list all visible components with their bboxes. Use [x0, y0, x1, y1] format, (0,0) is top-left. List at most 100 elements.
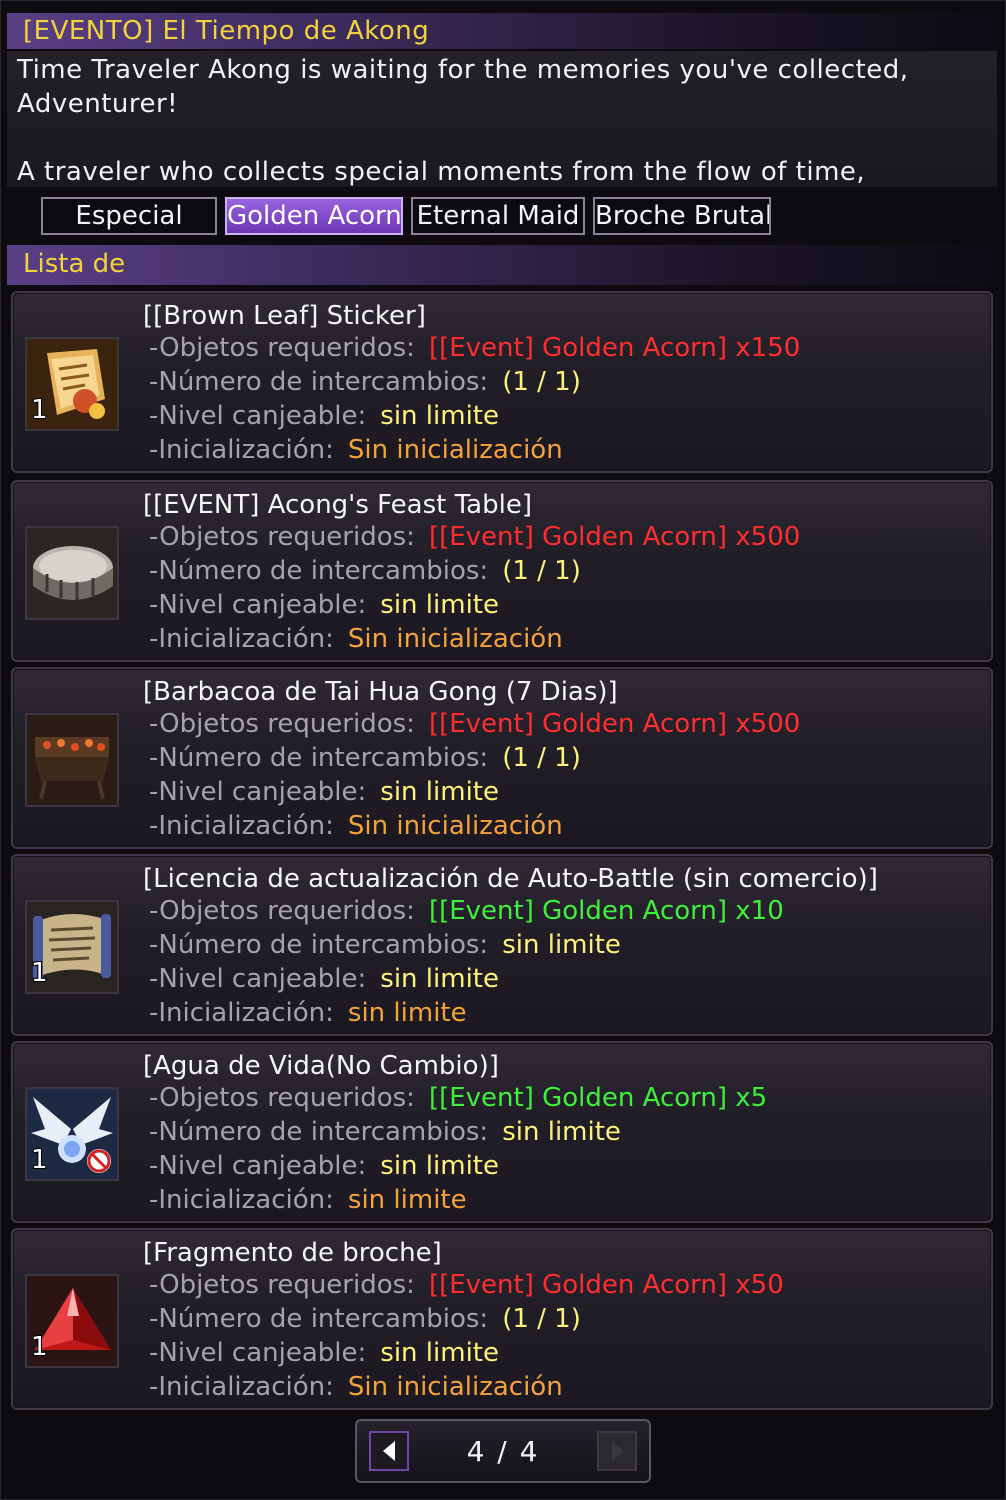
tab-eternal-maid[interactable]: Eternal Maid — [411, 197, 585, 235]
tab-golden-acorn[interactable]: Golden Acorn — [225, 197, 403, 235]
reset-value: sin limite — [347, 1185, 467, 1215]
reset-row: -Inicialización: sin limite — [149, 1185, 467, 1215]
reset-row: -Inicialización: Sin inicialización — [149, 811, 563, 841]
list-item[interactable]: 1 [Fragmento de broche] -Objetos requeri… — [11, 1228, 993, 1410]
level-label: -Nivel canjeable: — [149, 590, 367, 620]
description-line: A traveler who collects special moments … — [17, 157, 866, 187]
required-label: -Objetos requeridos: — [149, 709, 415, 739]
item-name: [[Brown Leaf] Sticker] — [143, 301, 426, 331]
exchanges-label: -Número de intercambios: — [149, 930, 489, 960]
reset-row: -Inicialización: sin limite — [149, 998, 467, 1028]
exchanges-label: -Número de intercambios: — [149, 367, 489, 397]
list-item[interactable]: 1 [Licencia de actualización de Auto-Bat… — [11, 854, 993, 1036]
triangle-left-icon — [383, 1441, 395, 1461]
exchanges-label: -Número de intercambios: — [149, 743, 489, 773]
required-value: [[Event] Golden Acorn] x50 — [428, 1270, 784, 1300]
winged-potion-icon: 1 — [25, 1087, 119, 1181]
required-label: -Objetos requeridos: — [149, 1083, 415, 1113]
reset-label: -Inicialización: — [149, 1185, 334, 1215]
exchanges-value: sin limite — [502, 930, 621, 960]
list-header-title: Lista de — [23, 249, 126, 279]
item-quantity: 1 — [31, 1145, 48, 1175]
reset-value: Sin inicialización — [347, 435, 563, 465]
level-label: -Nivel canjeable: — [149, 964, 367, 994]
level-row: -Nivel canjeable: sin limite — [149, 777, 499, 807]
reset-label: -Inicialización: — [149, 811, 334, 841]
level-row: -Nivel canjeable: sin limite — [149, 590, 499, 620]
level-value: sin limite — [380, 1338, 499, 1368]
level-row: -Nivel canjeable: sin limite — [149, 1338, 499, 1368]
level-value: sin limite — [380, 964, 499, 994]
description-line: Adventurer! — [17, 89, 179, 119]
tab-bar: Especial Golden Acorn Eternal Maid Broch… — [1, 193, 1006, 239]
next-page-button[interactable] — [597, 1431, 637, 1471]
window-title: [EVENTO] El Tiempo de Akong — [23, 16, 430, 46]
reset-value: Sin inicialización — [347, 624, 563, 654]
list-header: Lista de — [7, 245, 997, 285]
reset-row: -Inicialización: Sin inicialización — [149, 1372, 563, 1402]
exchanges-row: -Número de intercambios: (1 / 1) — [149, 743, 581, 773]
page-indicator: 4 / 4 — [466, 1435, 540, 1468]
reset-row: -Inicialización: Sin inicialización — [149, 624, 563, 654]
required-row: -Objetos requeridos: [[Event] Golden Acor… — [149, 522, 800, 552]
reset-row: -Inicialización: Sin inicialización — [149, 435, 563, 465]
level-row: -Nivel canjeable: sin limite — [149, 964, 499, 994]
scroll-sticker-icon: 1 — [25, 337, 119, 431]
reset-value: sin limite — [347, 998, 467, 1028]
level-row: -Nivel canjeable: sin limite — [149, 401, 499, 431]
required-value: [[Event] Golden Acorn] x500 — [428, 522, 801, 552]
required-row: -Objetos requeridos: [[Event] Golden Acor… — [149, 1270, 784, 1300]
required-value: [[Event] Golden Acorn] x150 — [428, 333, 801, 363]
required-value: [[Event] Golden Acorn] x5 — [428, 1083, 768, 1113]
exchanges-label: -Número de intercambios: — [149, 1117, 489, 1147]
exchanges-row: -Número de intercambios: (1 / 1) — [149, 1304, 581, 1334]
tab-broche-brutal[interactable]: Broche Brutal — [593, 197, 771, 235]
list-item[interactable]: 1 [Agua de Vida(No Cambio)] -Objetos req… — [11, 1041, 993, 1223]
item-name: [Licencia de actualización de Auto-Battl… — [143, 864, 878, 894]
license-scroll-icon: 1 — [25, 900, 119, 994]
item-quantity: 1 — [31, 395, 48, 425]
item-name: [Agua de Vida(No Cambio)] — [143, 1051, 499, 1081]
exchanges-row: -Número de intercambios: (1 / 1) — [149, 556, 581, 586]
reset-label: -Inicialización: — [149, 624, 334, 654]
event-description: Time Traveler Akong is waiting for the m… — [7, 51, 997, 187]
exchanges-label: -Número de intercambios: — [149, 1304, 489, 1334]
exchanges-value: (1 / 1) — [502, 743, 581, 773]
list-item[interactable]: [Barbacoa de Tai Hua Gong (7 Dias)] -Obj… — [11, 667, 993, 849]
exchanges-row: -Número de intercambios: (1 / 1) — [149, 367, 581, 397]
item-name: [Barbacoa de Tai Hua Gong (7 Dias)] — [143, 677, 618, 707]
red-crystal-icon: 1 — [25, 1274, 119, 1368]
item-name: [[EVENT] Acong's Feast Table] — [143, 490, 532, 520]
required-value: [[Event] Golden Acorn] x10 — [428, 896, 784, 926]
required-row: -Objetos requeridos: [[Event] Golden Acor… — [149, 896, 784, 926]
reset-label: -Inicialización: — [149, 1372, 334, 1402]
exchanges-value: sin limite — [502, 1117, 621, 1147]
item-quantity: 1 — [31, 958, 48, 988]
tab-especial[interactable]: Especial — [41, 197, 217, 235]
required-row: -Objetos requeridos: [[Event] Golden Acor… — [149, 1083, 767, 1113]
reset-label: -Inicialización: — [149, 435, 334, 465]
exchanges-value: (1 / 1) — [502, 1304, 581, 1334]
level-label: -Nivel canjeable: — [149, 1151, 367, 1181]
level-value: sin limite — [380, 401, 499, 431]
title-bar: [EVENTO] El Tiempo de Akong — [7, 13, 997, 49]
previous-page-button[interactable] — [369, 1431, 409, 1471]
exchanges-row: -Número de intercambios: sin limite — [149, 1117, 621, 1147]
required-label: -Objetos requeridos: — [149, 1270, 415, 1300]
required-label: -Objetos requeridos: — [149, 896, 415, 926]
description-line: Time Traveler Akong is waiting for the m… — [17, 55, 909, 85]
reset-value: Sin inicialización — [347, 811, 563, 841]
level-value: sin limite — [380, 1151, 499, 1181]
level-value: sin limite — [380, 590, 499, 620]
reset-label: -Inicialización: — [149, 998, 334, 1028]
item-name: [Fragmento de broche] — [143, 1238, 442, 1268]
reset-value: Sin inicialización — [347, 1372, 563, 1402]
feast-table-icon — [25, 526, 119, 620]
level-label: -Nivel canjeable: — [149, 1338, 367, 1368]
list-item[interactable]: 1 [[Brown Leaf] Sticker] -Objetos requer… — [11, 291, 993, 473]
level-label: -Nivel canjeable: — [149, 777, 367, 807]
required-row: -Objetos requeridos: [[Event] Golden Acor… — [149, 709, 800, 739]
exchanges-label: -Número de intercambios: — [149, 556, 489, 586]
list-item[interactable]: [[EVENT] Acong's Feast Table] -Objetos r… — [11, 480, 993, 662]
required-value: [[Event] Golden Acorn] x500 — [428, 709, 801, 739]
